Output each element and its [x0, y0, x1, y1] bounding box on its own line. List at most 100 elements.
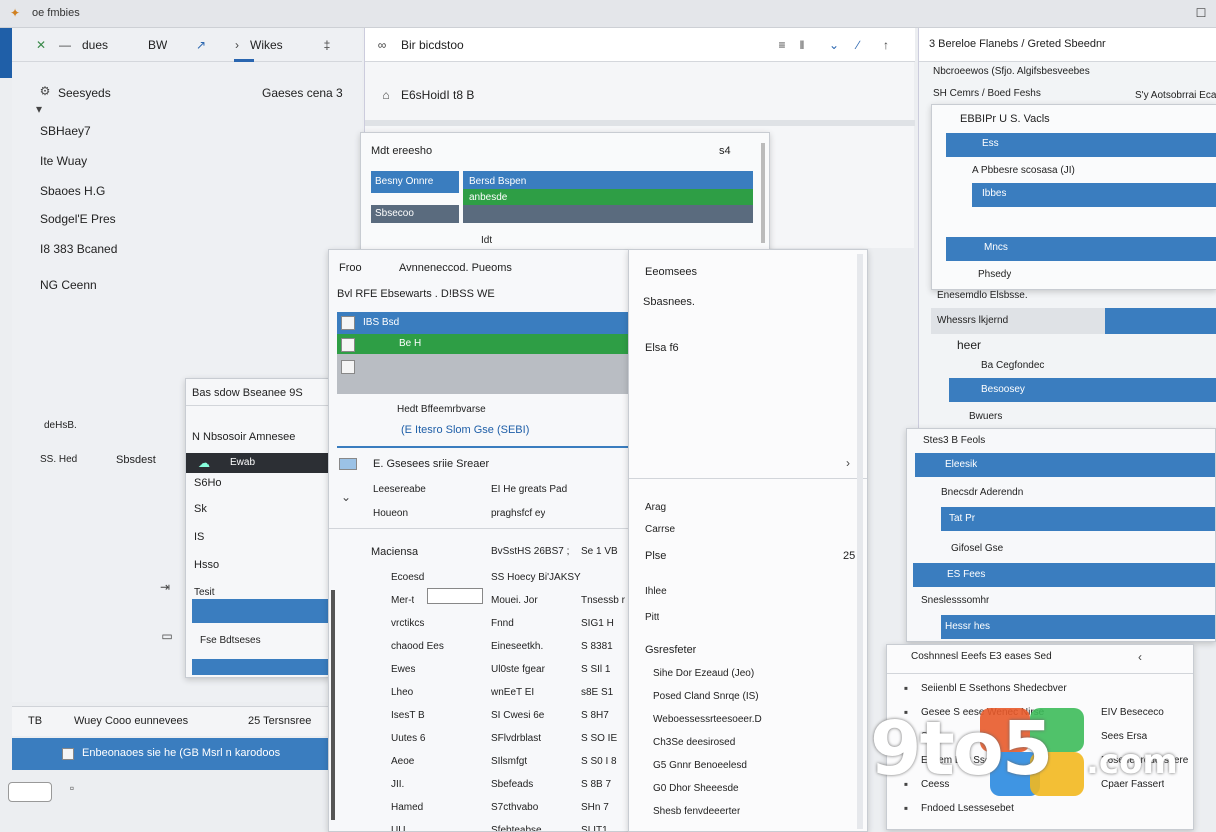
right-bottom-item[interactable]: Seiienbl E Ssethons Shedecbver — [921, 683, 1067, 694]
right-list-item-2[interactable]: Bwuers — [969, 411, 1002, 422]
nav-item-4[interactable]: Sodgel'E Pres — [40, 212, 116, 226]
popup-a-item-5[interactable]: Tesit — [194, 587, 215, 598]
expand-icon[interactable]: ⌄ — [337, 488, 355, 506]
context-group-item[interactable]: Ch3Se deesirosed — [653, 737, 735, 748]
grid-cell[interactable]: SS Hoecy Bi'JAKSY — [491, 572, 581, 583]
tools-icon[interactable]: ✕ — [32, 36, 50, 54]
sub-item-1[interactable]: Leesereabe — [373, 484, 426, 495]
grid-cell[interactable]: vrctikcs — [391, 618, 424, 629]
dialog-row-2[interactable] — [337, 334, 629, 354]
inner-row-2-gray[interactable] — [463, 205, 753, 223]
grid-cell[interactable]: Uutes 6 — [391, 733, 425, 744]
grid-cell[interactable]: SIG1 H — [581, 618, 614, 629]
context-group-item[interactable]: G5 Gnnr Benoeelesd — [653, 760, 747, 771]
right-row-blue[interactable]: Whessrs lkjernd — [931, 308, 1216, 334]
grid-cell[interactable]: Ecoesd — [391, 572, 424, 583]
menu-icon[interactable]: ≡ — [773, 36, 791, 54]
popup-a-bottom-row[interactable] — [192, 659, 329, 675]
grid-cell[interactable]: SI IT1 — [581, 825, 608, 831]
grid-cell[interactable]: Lheo — [391, 687, 413, 698]
menu-item-2[interactable]: Avnneneccod. Pueoms — [399, 262, 512, 274]
nav-item-3[interactable]: Sbaoes H.G — [40, 184, 105, 198]
close-icon[interactable]: ☐ — [1192, 4, 1210, 22]
nav-item-1[interactable]: SBHaey7 — [40, 124, 91, 138]
toolbar-item-dues[interactable]: dues — [82, 38, 108, 52]
pin-icon[interactable]: ‡ — [318, 36, 336, 54]
context-item-2[interactable]: Sbasnees. — [643, 296, 695, 308]
grid-cell[interactable]: SIlsmfgt — [491, 756, 527, 767]
grid-cell[interactable]: Hamed — [391, 802, 423, 813]
grid-cell[interactable]: SI Cwesi 6e — [491, 710, 544, 721]
right-list-row-2[interactable]: A Pbbesre scosasa (JI) — [972, 165, 1075, 176]
grid-cell[interactable]: JII. — [391, 779, 404, 790]
grid-cell[interactable]: wnEeT EI — [491, 687, 534, 698]
grid-cell[interactable]: Ewes — [391, 664, 415, 675]
right-tab-left[interactable]: SH Cemrs / Boed Feshs — [933, 88, 1041, 99]
grid-cell[interactable]: Ul0ste fgear — [491, 664, 545, 675]
grid-cell[interactable]: Eineseetkh. — [491, 641, 543, 652]
minus-icon[interactable]: — — [56, 36, 74, 54]
grid-cell[interactable]: Mouei. Jor — [491, 595, 538, 606]
grid-cell[interactable]: S 8B 7 — [581, 779, 611, 790]
context-mid-4[interactable]: Ihlee — [645, 586, 667, 597]
bottom-item-3[interactable]: 25 Tersnsree — [248, 715, 311, 727]
grid-cell[interactable]: S S0 I 8 — [581, 756, 617, 767]
context-group-item[interactable]: Sihe Dor Ezeaud (Jeo) — [653, 668, 754, 679]
context-group-item[interactable]: Shesb fenvdeeerter — [653, 806, 740, 817]
right-mid-row-6[interactable]: Sneslesssomhr — [921, 595, 989, 606]
split-icon[interactable]: ‖ — [793, 36, 811, 54]
context-group-item[interactable]: Posed Cland Snrqe (IS) — [653, 691, 759, 702]
right-tab-right[interactable]: S'y Aotsobrrai Ecal — [1135, 90, 1216, 101]
context-group-item[interactable]: G0 Dhor Sheeesde — [653, 783, 739, 794]
grid-cell[interactable]: UU — [391, 825, 405, 831]
popup-a-selected-row[interactable] — [192, 599, 329, 623]
nav-item-2[interactable]: Ite Wuay — [40, 154, 87, 168]
grid-cell[interactable]: SFlvdrblast — [491, 733, 541, 744]
context-mid-5[interactable]: Pitt — [645, 612, 659, 623]
right-list-row-5[interactable]: Phsedy — [978, 269, 1011, 280]
grid-cell[interactable]: S 8381 — [581, 641, 613, 652]
nav-item-5[interactable]: I8 383 Bcaned — [40, 242, 117, 256]
grid-cell[interactable]: S SIl 1 — [581, 664, 610, 675]
sub-item-3[interactable]: EI He greats Pad — [491, 484, 567, 495]
context-scrollbar[interactable] — [857, 254, 863, 829]
dialog-row-5[interactable]: (E Itesro Slom Gse (SEBI) — [401, 424, 529, 436]
grid-cell[interactable]: Sbefeads — [491, 779, 533, 790]
tilde-icon[interactable]: ∕ — [847, 36, 869, 54]
grid-cell[interactable]: Fnnd — [491, 618, 514, 629]
grid-cell[interactable]: S SO IE — [581, 733, 617, 744]
grid-cell[interactable]: s8E S1 — [581, 687, 613, 698]
popup-a-item-1[interactable]: S6Ho — [194, 477, 222, 489]
collapse-icon[interactable]: ▾ — [30, 102, 48, 116]
grid-cell[interactable]: S7cthvabo — [491, 802, 538, 813]
inline-edit-field[interactable] — [427, 588, 483, 604]
grid-cell[interactable]: Sfebteabse — [491, 825, 542, 831]
bottom-toggle[interactable] — [8, 782, 52, 802]
grid-cell[interactable]: Mer-t — [391, 595, 414, 606]
popup-a-item-3[interactable]: IS — [194, 531, 204, 543]
bottom-selected-row[interactable]: Enbeonaoes sie he (GB Msrl n karodoos — [12, 738, 330, 770]
context-item-3[interactable]: Elsa f6 — [645, 342, 679, 354]
context-mid-3[interactable]: Plse — [645, 550, 666, 562]
row-checkbox-1[interactable] — [341, 316, 355, 330]
arrow-icon[interactable]: ↗ — [192, 36, 210, 54]
bottom-item-1[interactable]: TB — [28, 715, 42, 727]
context-item-1[interactable]: Eeomsees — [645, 266, 697, 278]
inner-scrollbar[interactable] — [761, 143, 765, 243]
context-mid-2[interactable]: Carrse — [645, 524, 675, 535]
chevron-icon[interactable]: › — [228, 36, 246, 54]
right-mid-row-4[interactable]: Gifosel Gse — [951, 543, 1003, 554]
right-mid-row-2[interactable]: Bnecsdr Aderendn — [941, 487, 1023, 498]
dialog-scrollbar[interactable] — [331, 590, 335, 820]
sub-item-4[interactable]: praghsfcf ey — [491, 508, 545, 519]
row-checkbox-2[interactable] — [341, 338, 355, 352]
grid-cell[interactable]: IsesT B — [391, 710, 425, 721]
chevron-down-icon[interactable]: ⌄ — [823, 36, 845, 54]
section-checkbox[interactable] — [339, 458, 357, 470]
right-mid-row-3[interactable] — [941, 507, 1215, 531]
back-chevron-icon[interactable]: ‹ — [1133, 649, 1147, 665]
context-mid-1[interactable]: Arag — [645, 502, 666, 513]
grid-cell[interactable]: SHn 7 — [581, 802, 609, 813]
menu-item-1[interactable]: Froo — [339, 262, 362, 274]
popup-a-item-2[interactable]: Sk — [194, 503, 207, 515]
